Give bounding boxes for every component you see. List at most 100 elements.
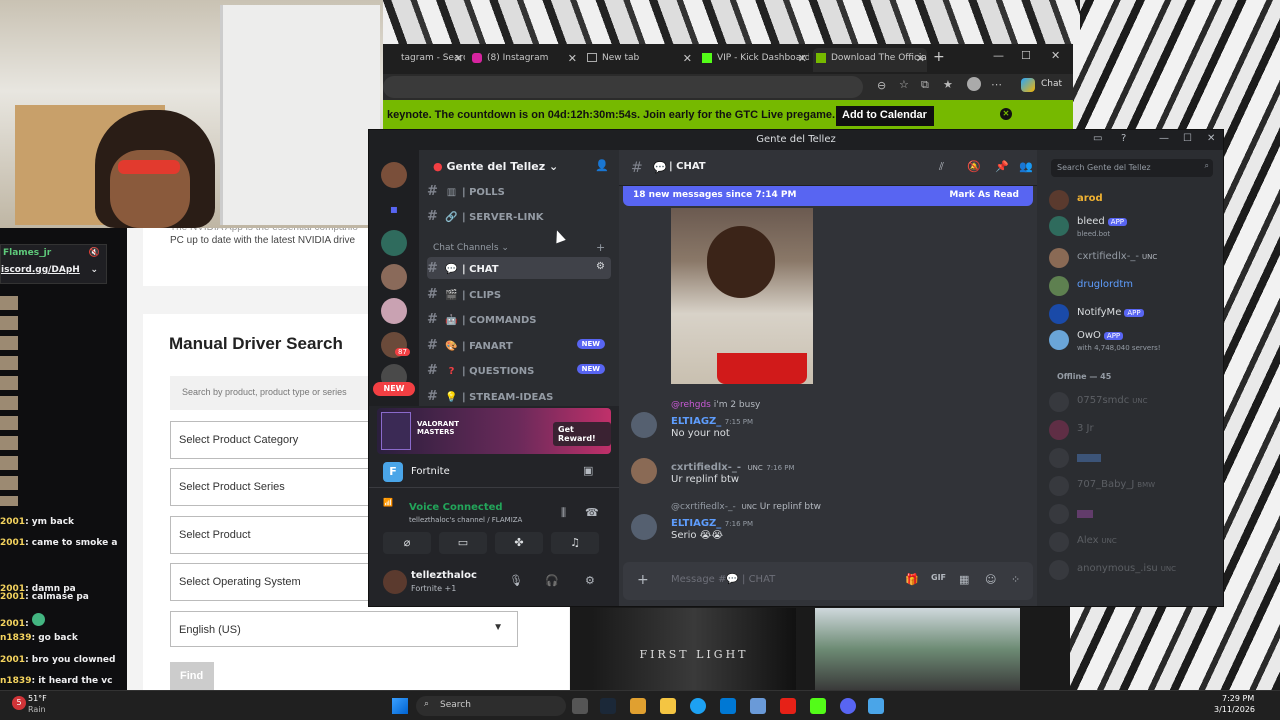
member-item[interactable]: OwO APP with 4,748,040 servers!: [1049, 330, 1219, 358]
server-icon[interactable]: [381, 230, 407, 256]
event-photo-thumbnail[interactable]: [815, 608, 1020, 690]
stream-icon[interactable]: ▣: [583, 464, 593, 477]
taskbar-search[interactable]: ⌕ Search: [416, 696, 566, 716]
task-view-icon[interactable]: [572, 698, 588, 714]
maximize-button[interactable]: ☐: [1021, 49, 1031, 62]
minimize-button[interactable]: —: [1159, 133, 1169, 144]
close-icon[interactable]: ✕: [568, 52, 577, 65]
member-item[interactable]: arod: [1049, 190, 1219, 212]
soundboard-icon[interactable]: ♫: [551, 532, 599, 554]
avatar[interactable]: [631, 458, 657, 484]
voice-status[interactable]: Voice Connected: [409, 502, 503, 513]
gif-icon[interactable]: GIF: [931, 573, 946, 582]
operating-system-select[interactable]: Select Operating System: [170, 563, 370, 601]
weather-temp[interactable]: 51°F: [28, 694, 47, 703]
gear-icon[interactable]: ⚙: [585, 574, 595, 587]
close-icon[interactable]: ✕: [683, 52, 692, 65]
server-name[interactable]: ● Gente del Tellez ⌄: [433, 160, 558, 173]
member-item[interactable]: anonymous_.isu UNC: [1049, 560, 1219, 582]
member-item[interactable]: cxrtifiedlx-_- UNC: [1049, 248, 1219, 270]
server-icon[interactable]: [381, 162, 407, 188]
store-icon[interactable]: [720, 698, 736, 714]
close-window-button[interactable]: ✕: [1051, 49, 1060, 62]
channel-server-link[interactable]: # 🔗 | SERVER-LINK: [427, 205, 611, 227]
emoji-icon[interactable]: ☺: [985, 573, 996, 586]
microphone-icon[interactable]: 🎙: [509, 574, 523, 587]
member-item[interactable]: Alex UNC: [1049, 532, 1219, 554]
tab-instagram[interactable]: (8) Instagram ✕: [469, 48, 579, 72]
member-item[interactable]: NotifyMe APP: [1049, 304, 1219, 326]
close-window-button[interactable]: ✕: [1207, 133, 1215, 144]
notification-off-icon[interactable]: 🔕: [967, 160, 981, 173]
find-button[interactable]: Find: [170, 662, 214, 690]
profile-avatar[interactable]: [967, 77, 981, 91]
settings-icon[interactable]: ⚙: [596, 261, 605, 272]
header-link[interactable]: iscord.gg/DApH: [1, 265, 80, 275]
close-icon[interactable]: ✕: [1000, 108, 1012, 120]
channel-stream-ideas[interactable]: # 💡 | STREAM-IDEAS: [427, 385, 611, 407]
server-search-input[interactable]: Search Gente del Tellez ⌕: [1051, 159, 1213, 177]
new-messages-bar[interactable]: 18 new messages since 7:14 PM Mark As Re…: [623, 186, 1033, 206]
activity-row[interactable]: F Fortnite ▣: [369, 456, 619, 488]
file-explorer-icon[interactable]: [660, 698, 676, 714]
discord-icon[interactable]: [840, 698, 856, 714]
mark-as-read-button[interactable]: Mark As Read: [949, 190, 1019, 200]
zoom-icon[interactable]: ⊖: [877, 79, 886, 92]
mail-icon[interactable]: [750, 698, 766, 714]
clock-time[interactable]: 7:29 PM: [1222, 694, 1254, 703]
apps-icon[interactable]: ⁘: [1011, 573, 1020, 586]
gift-icon[interactable]: 🎁: [905, 573, 919, 586]
member-item[interactable]: 3 Jr: [1049, 420, 1219, 442]
close-icon[interactable]: ✕: [454, 52, 463, 65]
folder-icon[interactable]: ▪: [381, 196, 407, 222]
chat-button[interactable]: Chat: [1041, 79, 1062, 89]
channel-polls[interactable]: # ▥ | POLLS: [427, 180, 611, 202]
inbox-icon[interactable]: ▭: [1093, 133, 1102, 144]
headphones-icon[interactable]: 🎧: [545, 574, 559, 587]
address-bar[interactable]: [383, 76, 863, 98]
reply-preview[interactable]: @cxrtifiedlx-_- UNC Ur replinf btw: [671, 502, 821, 512]
channel-chat[interactable]: # 💬 | CHAT ⚙: [427, 257, 611, 279]
camera-off-icon[interactable]: ⌀: [383, 532, 431, 554]
product-search-input[interactable]: Search by product, product type or serie…: [170, 376, 370, 410]
star-icon[interactable]: ☆: [899, 78, 909, 91]
windows-start-icon[interactable]: [392, 698, 408, 714]
disconnect-icon[interactable]: ☎: [585, 506, 599, 519]
kick-icon[interactable]: [810, 698, 826, 714]
invite-icon[interactable]: 👤: [595, 159, 609, 172]
extension-icon[interactable]: ⧉: [921, 78, 929, 92]
first-light-thumbnail[interactable]: FIRST LIGHT: [592, 608, 796, 690]
favorites-icon[interactable]: ★: [943, 78, 953, 91]
add-attachment-icon[interactable]: +: [637, 572, 649, 588]
steam-icon[interactable]: [600, 698, 616, 714]
avatar[interactable]: [631, 412, 657, 438]
category-header[interactable]: Chat Channels ⌄: [433, 243, 509, 253]
gif-attachment[interactable]: [671, 208, 813, 384]
tab-nvidia-download[interactable]: Download The Officia ✕: [813, 48, 927, 72]
add-channel-icon[interactable]: +: [596, 241, 605, 254]
edge-icon[interactable]: [690, 698, 706, 714]
voice-channel[interactable]: tellezthaloc's channel / FLAMIZA: [409, 516, 522, 524]
activities-icon[interactable]: ✤: [495, 532, 543, 554]
members-icon[interactable]: 👥: [1019, 160, 1033, 173]
tab-kick-dashboard[interactable]: VIP - Kick Dashboard ✕: [699, 48, 809, 72]
member-item[interactable]: 0757smdc UNC: [1049, 392, 1219, 414]
tab-instagram-search[interactable]: tagram - Search✕: [383, 48, 465, 72]
maximize-button[interactable]: ☐: [1183, 133, 1192, 144]
help-icon[interactable]: ?: [1121, 133, 1126, 144]
close-icon[interactable]: ✕: [798, 52, 807, 65]
product-category-select[interactable]: Select Product Category: [170, 421, 370, 459]
avatar[interactable]: [383, 570, 407, 594]
screen-share-icon[interactable]: ▭: [439, 532, 487, 554]
channel-fanart[interactable]: # 🎨 | FANART NEW: [427, 334, 611, 356]
message-composer[interactable]: + Message #💬 | CHAT 🎁 GIF ▦ ☺ ⁘: [623, 562, 1033, 600]
pin-icon[interactable]: 📌: [995, 160, 1009, 173]
sticker-icon[interactable]: ▦: [959, 573, 969, 586]
member-item[interactable]: [1049, 504, 1219, 526]
message-author[interactable]: cxrtifiedlx-_-: [671, 462, 741, 473]
noise-suppression-icon[interactable]: ⫼: [561, 506, 566, 520]
reply-preview[interactable]: @rehgds i'm 2 busy: [671, 400, 760, 410]
fortnite-icon[interactable]: [868, 698, 884, 714]
chrome-icon[interactable]: [630, 698, 646, 714]
close-icon[interactable]: ✕: [916, 52, 925, 65]
